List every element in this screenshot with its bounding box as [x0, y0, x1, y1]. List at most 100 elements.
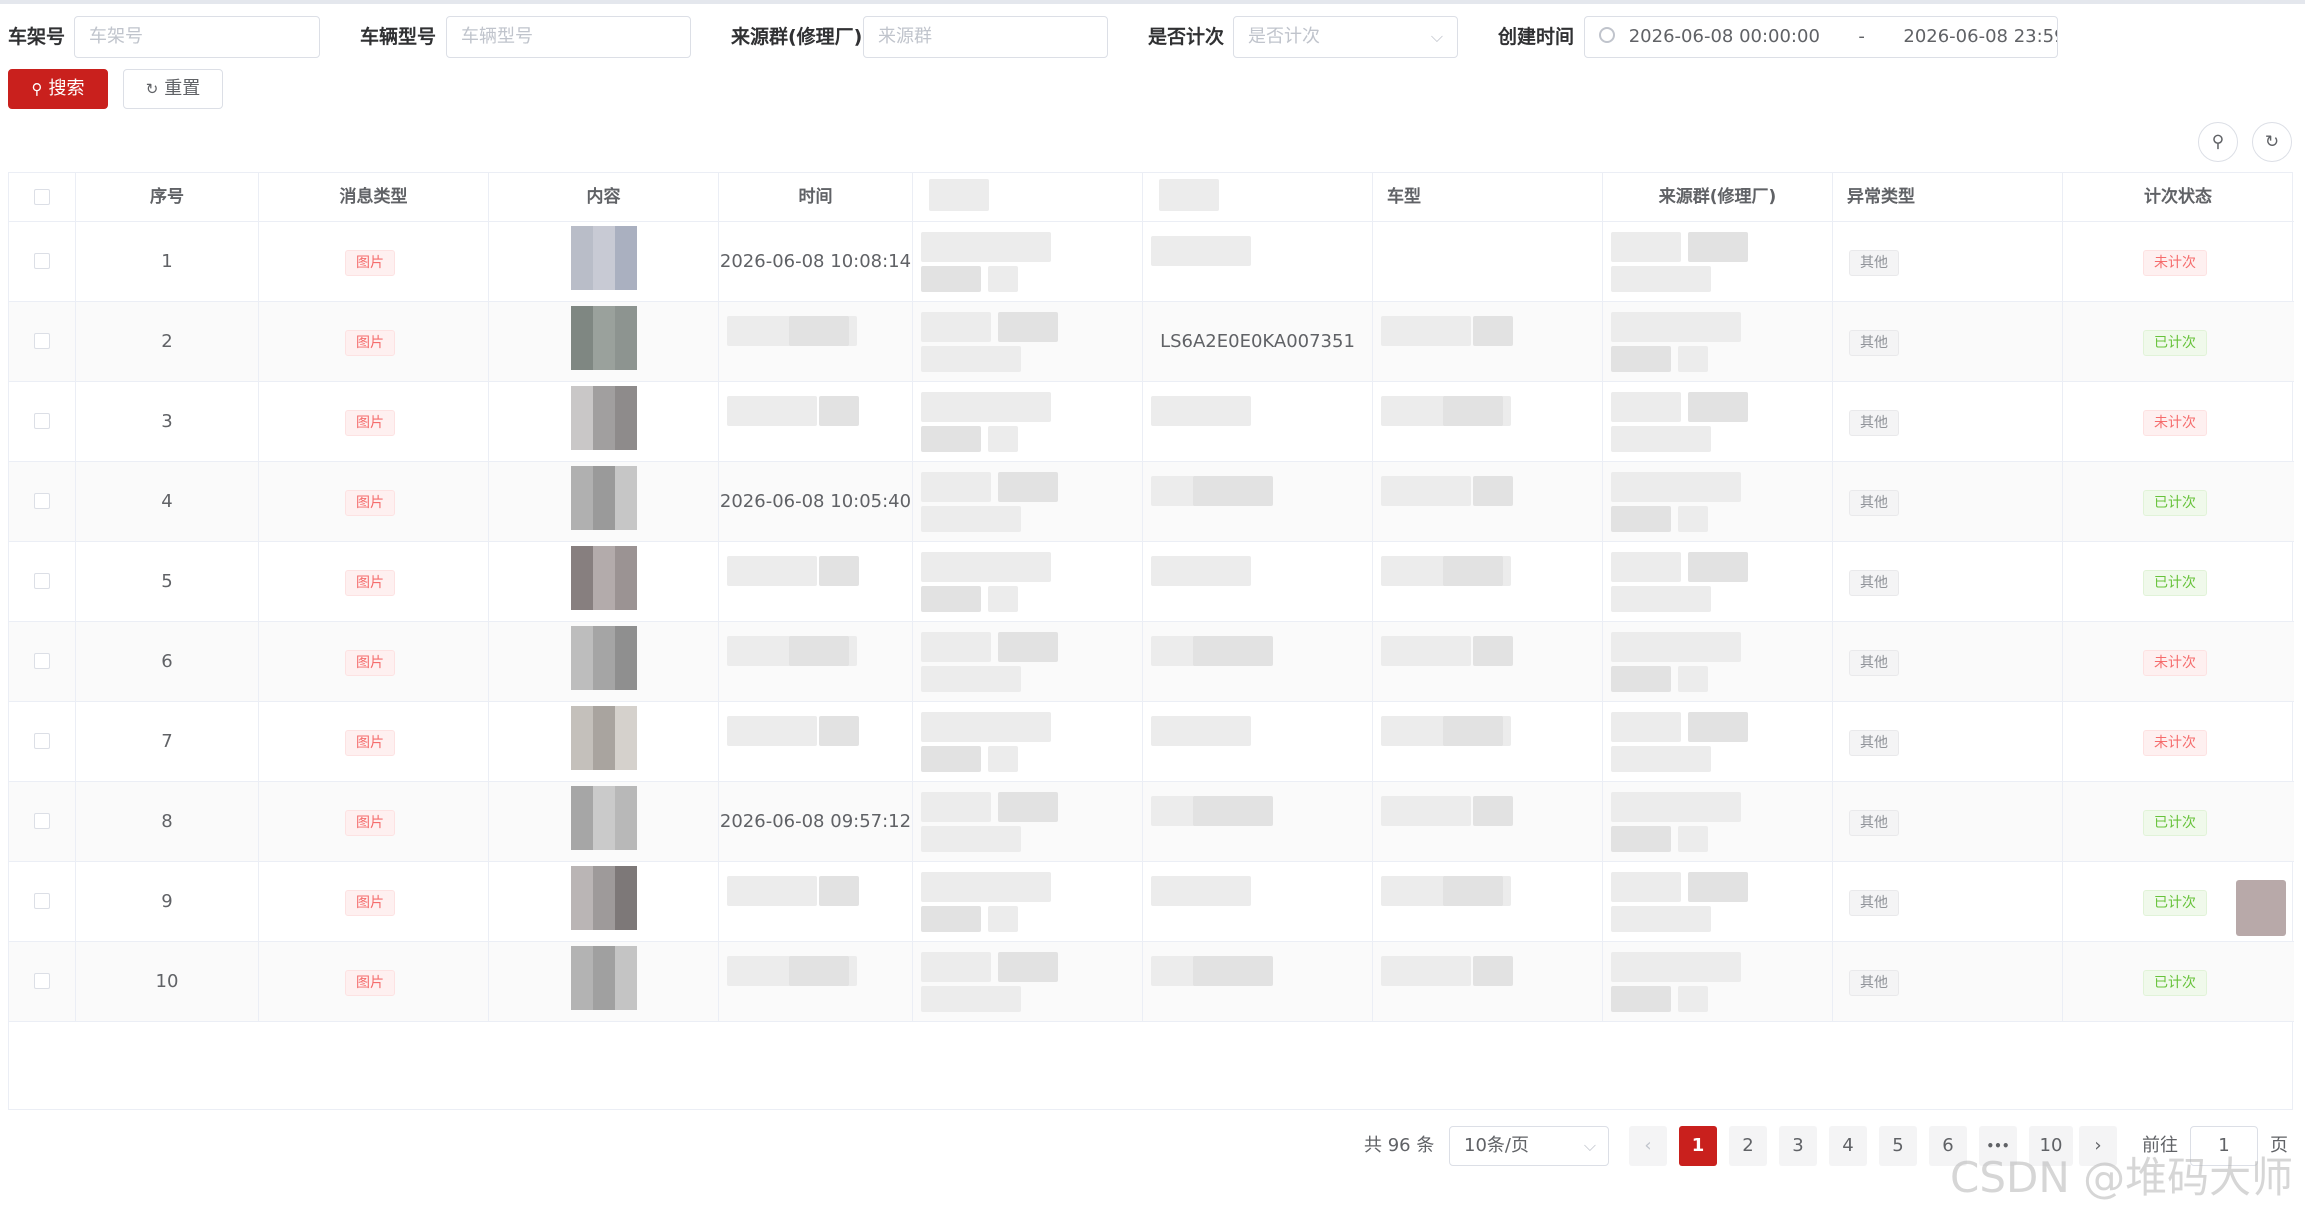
content-thumbnail[interactable]: [571, 946, 637, 1010]
content-thumbnail[interactable]: [571, 626, 637, 690]
page-button-4[interactable]: 4: [1829, 1126, 1867, 1166]
table-cell: 未计次: [2063, 622, 2293, 702]
row-checkbox[interactable]: [34, 573, 50, 589]
content-thumbnail[interactable]: [571, 786, 637, 850]
redacted-block: [789, 316, 849, 346]
floating-thumbnail[interactable]: [2236, 880, 2286, 936]
header-index: 序号: [76, 173, 259, 222]
redacted-block: [819, 876, 859, 906]
prev-page-button[interactable]: ‹: [1629, 1126, 1667, 1166]
table-cell: [1603, 942, 1833, 1022]
select-all-checkbox[interactable]: [34, 189, 50, 205]
header-source: 来源群(修理厂): [1603, 173, 1833, 222]
row-checkbox[interactable]: [34, 333, 50, 349]
content-thumbnail[interactable]: [571, 546, 637, 610]
row-checkbox[interactable]: [34, 413, 50, 429]
table-cell: [489, 382, 719, 462]
thumbnail-tile: [593, 488, 615, 510]
table-cell: [1143, 782, 1373, 862]
table-cell: [913, 862, 1143, 942]
watermark: CSDN @堆码大师: [1950, 1153, 2294, 1202]
thumbnail-tile: [615, 430, 637, 450]
thumbnail-tile: [571, 626, 593, 648]
thumbnail-tile: [615, 990, 637, 1010]
thumbnail-tile: [571, 750, 593, 770]
redacted-block: [921, 906, 981, 932]
counted-select[interactable]: 是否计次 ⌵: [1233, 16, 1458, 58]
table-row[interactable]: 4 图片 2026-06-08 10:05:40 其他 已计次: [9, 462, 2294, 542]
reset-button-label: 重置: [164, 78, 201, 99]
table-row[interactable]: 3 图片 其他 未计次: [9, 382, 2294, 462]
thumbnail-tile: [571, 510, 593, 530]
content-thumbnail[interactable]: [571, 466, 637, 530]
redacted-block: [921, 826, 1021, 852]
date-range-picker[interactable]: 2026-06-08 00:00:00 - 2026-06-08 23:59:5…: [1584, 16, 2058, 58]
table-row[interactable]: 6 图片 其他 未计次: [9, 622, 2294, 702]
counted-label: 是否计次: [1148, 26, 1225, 48]
refresh-table-button[interactable]: ↻: [2252, 122, 2292, 162]
content-thumbnail[interactable]: [571, 306, 637, 370]
reset-button[interactable]: ↻ 重置: [123, 69, 223, 109]
content-thumbnail[interactable]: [571, 226, 637, 290]
redacted-block: [921, 392, 1051, 422]
redacted-block: [921, 986, 1021, 1012]
search-icon: ⚲: [31, 80, 43, 98]
toggle-search-button[interactable]: ⚲: [2198, 122, 2238, 162]
table-cell: 未计次: [2063, 382, 2293, 462]
thumbnail-tile: [593, 408, 615, 430]
table-cell: [1373, 702, 1603, 782]
table-cell: [1603, 622, 1833, 702]
redacted-block: [988, 906, 1018, 932]
content-thumbnail[interactable]: [571, 706, 637, 770]
row-checkbox[interactable]: [34, 653, 50, 669]
row-index: 7: [161, 731, 173, 752]
anomaly-tag: 其他: [1849, 810, 1899, 836]
redacted-block: [1611, 552, 1681, 582]
thumbnail-tile: [593, 386, 615, 408]
header-redacted-1: [913, 173, 1143, 222]
table-cell: 其他: [1833, 302, 2063, 382]
anomaly-tag: 其他: [1849, 570, 1899, 596]
redacted-block: [921, 792, 991, 822]
thumbnail-tile: [593, 670, 615, 690]
row-checkbox[interactable]: [34, 893, 50, 909]
table-row[interactable]: 1 图片 2026-06-08 10:08:14 其他 未计次: [9, 222, 2294, 302]
row-checkbox[interactable]: [34, 253, 50, 269]
page-button-1[interactable]: 1: [1679, 1126, 1717, 1166]
content-thumbnail[interactable]: [571, 386, 637, 450]
content-thumbnail[interactable]: [571, 866, 637, 930]
thumbnail-tile: [571, 590, 593, 610]
page-button-2[interactable]: 2: [1729, 1126, 1767, 1166]
msg-type-tag: 图片: [345, 730, 395, 756]
thumbnail-tile: [593, 328, 615, 350]
row-checkbox[interactable]: [34, 493, 50, 509]
thumbnail-tile: [593, 430, 615, 450]
vin-input[interactable]: 车架号: [74, 16, 320, 58]
table-row[interactable]: 10 图片 其他 已计次: [9, 942, 2294, 1022]
thumbnail-tile: [615, 510, 637, 530]
search-button[interactable]: ⚲ 搜索: [8, 69, 108, 109]
filter-form: 车架号 车架号 车辆型号 车辆型号 来源群(修理厂) 来源群 是否计次 是否计次…: [0, 16, 2305, 58]
table-row[interactable]: 9 图片 其他 已计次: [9, 862, 2294, 942]
count-status-tag: 未计次: [2143, 250, 2207, 276]
table-cell: [489, 222, 719, 302]
msg-type-tag: 图片: [345, 650, 395, 676]
row-checkbox[interactable]: [34, 813, 50, 829]
row-checkbox[interactable]: [34, 973, 50, 989]
redacted-block: [921, 552, 1051, 582]
page-button-3[interactable]: 3: [1779, 1126, 1817, 1166]
model-input[interactable]: 车辆型号: [446, 16, 691, 58]
top-divider: [0, 0, 2305, 4]
table-row[interactable]: 7 图片 其他 未计次: [9, 702, 2294, 782]
row-checkbox[interactable]: [34, 733, 50, 749]
thumbnail-tile: [571, 990, 593, 1010]
redacted-block: [921, 232, 1051, 262]
table-row[interactable]: 8 图片 2026-06-08 09:57:12 其他 已计次: [9, 782, 2294, 862]
source-input[interactable]: 来源群: [863, 16, 1108, 58]
count-status-tag: 已计次: [2143, 970, 2207, 996]
page-button-5[interactable]: 5: [1879, 1126, 1917, 1166]
row-vin: LS6A2E0E0KA007351: [1160, 331, 1355, 352]
page-size-select[interactable]: 10条/页 ⌵: [1449, 1126, 1609, 1166]
table-row[interactable]: 5 图片 其他 已计次: [9, 542, 2294, 622]
table-row[interactable]: 2 图片 LS6A2E0E0KA007351 其他 已计次: [9, 302, 2294, 382]
